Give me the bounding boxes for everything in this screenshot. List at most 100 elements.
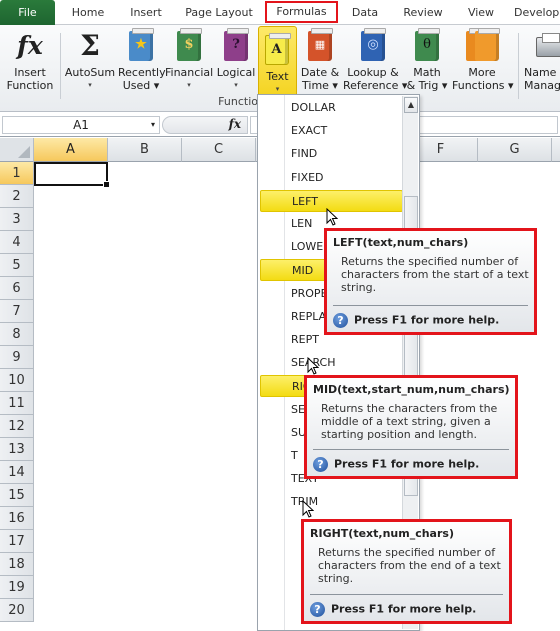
row-header-10[interactable]: 10: [0, 369, 34, 392]
row-header-5[interactable]: 5: [0, 254, 34, 277]
tooltip-right-function: RIGHT(text,num_chars) Returns the specif…: [301, 519, 512, 624]
column-header-b[interactable]: B: [108, 138, 182, 162]
row-header-1[interactable]: 1: [0, 162, 34, 185]
mouse-pointer-icon: [302, 500, 314, 518]
financial-book-icon: $: [172, 28, 206, 63]
row-header-12[interactable]: 12: [0, 415, 34, 438]
insert-function-fx-button[interactable]: fx: [162, 116, 248, 134]
tooltip-divider: [333, 305, 528, 306]
tooltip-signature: LEFT(text,num_chars): [333, 236, 469, 249]
recently-used-book-icon: ★: [124, 28, 158, 63]
column-header-g[interactable]: G: [478, 138, 552, 162]
tab-insert[interactable]: Insert: [120, 0, 172, 25]
tab-developer[interactable]: Develop: [514, 0, 560, 25]
math-trig-book-icon: θ: [410, 28, 444, 63]
recently-used-label-2: Used ▾: [122, 79, 160, 92]
tab-view[interactable]: View: [458, 0, 504, 25]
tab-data[interactable]: Data: [342, 0, 388, 25]
financial-button[interactable]: $ Financial ▾: [165, 28, 213, 97]
row-header-14[interactable]: 14: [0, 461, 34, 484]
tab-review[interactable]: Review: [395, 0, 451, 25]
help-icon: ?: [313, 457, 328, 472]
tooltip-description: Returns the characters from the middle o…: [321, 402, 498, 441]
math-trig-label: Math: [413, 66, 441, 79]
more-functions-label-2: Functions ▾: [452, 79, 514, 92]
column-header-c[interactable]: C: [182, 138, 256, 162]
row-header-6[interactable]: 6: [0, 277, 34, 300]
autosum-button[interactable]: Σ AutoSum ▾: [64, 29, 116, 97]
name-box-value: A1: [73, 118, 89, 132]
insert-function-button[interactable]: fx Insert Function: [4, 29, 56, 97]
insert-function-label: Insert: [14, 66, 46, 79]
help-icon: ?: [333, 313, 348, 328]
row-header-9[interactable]: 9: [0, 346, 34, 369]
ribbon-separator: [518, 33, 519, 99]
row-header-11[interactable]: 11: [0, 392, 34, 415]
active-cell-a1[interactable]: [34, 162, 110, 188]
row-header-16[interactable]: 16: [0, 507, 34, 530]
row-header-15[interactable]: 15: [0, 484, 34, 507]
tab-page-layout[interactable]: Page Layout: [178, 0, 260, 25]
fx-icon: fx: [228, 117, 241, 131]
date-time-label-2: Time ▾: [302, 79, 338, 92]
row-header-19[interactable]: 19: [0, 576, 34, 599]
row-header-17[interactable]: 17: [0, 530, 34, 553]
dropdown-item-find[interactable]: FIND: [260, 143, 403, 165]
name-manager-button[interactable]: Name Manag: [524, 29, 560, 97]
logical-label: Logical: [216, 66, 256, 79]
tooltip-left-function: LEFT(text,num_chars) Returns the specifi…: [324, 228, 537, 335]
tooltip-help-text: ? Press F1 for more help.: [313, 457, 479, 472]
text-functions-label: Text: [266, 70, 289, 83]
tooltip-divider: [313, 449, 509, 450]
math-trig-button[interactable]: θ Math & Trig ▾: [405, 28, 449, 97]
row-header-4[interactable]: 4: [0, 231, 34, 254]
row-header-13[interactable]: 13: [0, 438, 34, 461]
dropdown-item-search[interactable]: SEARCH: [260, 352, 403, 374]
more-functions-button[interactable]: More Functions ▾: [452, 28, 514, 97]
chevron-down-icon[interactable]: ▾: [151, 117, 155, 133]
math-trig-label-2: & Trig ▾: [406, 79, 448, 92]
row-header-2[interactable]: 2: [0, 185, 34, 208]
row-header-18[interactable]: 18: [0, 553, 34, 576]
lookup-reference-book-icon: ◎: [356, 28, 390, 63]
text-book-icon: A: [261, 33, 295, 67]
help-icon: ?: [310, 602, 325, 617]
lookup-reference-label: Lookup &: [347, 66, 399, 79]
row-header-8[interactable]: 8: [0, 323, 34, 346]
tooltip-help-text: ? Press F1 for more help.: [310, 602, 476, 617]
date-time-button[interactable]: ▦ Date & Time ▾: [299, 28, 341, 97]
dropdown-item-trim[interactable]: TRIM: [260, 491, 403, 513]
insert-function-label-2: Function: [6, 79, 54, 92]
ribbon-tab-bar: File Home Insert Page Layout Formulas Da…: [0, 0, 560, 25]
select-all-button[interactable]: [0, 138, 34, 162]
row-header-3[interactable]: 3: [0, 208, 34, 231]
row-header-20[interactable]: 20: [0, 599, 34, 622]
insert-function-icon: fx: [17, 31, 43, 60]
column-header-h[interactable]: H: [552, 138, 560, 162]
logical-button[interactable]: ? Logical ▾: [215, 28, 257, 97]
dropdown-item-fixed[interactable]: FIXED: [260, 167, 403, 189]
row-header-7[interactable]: 7: [0, 300, 34, 323]
function-library-group-label: Functio: [218, 95, 258, 108]
name-box[interactable]: A1 ▾: [2, 116, 160, 134]
tab-file[interactable]: File: [0, 0, 55, 25]
more-functions-label: More: [468, 66, 496, 79]
autosum-label: AutoSum: [64, 66, 116, 79]
tooltip-help-text: ? Press F1 for more help.: [333, 313, 499, 328]
chevron-down-icon: ▾: [88, 81, 92, 89]
tab-formulas[interactable]: Formulas: [265, 1, 338, 23]
dropdown-item-exact[interactable]: EXACT: [260, 120, 403, 142]
scroll-up-icon[interactable]: ▲: [404, 97, 418, 113]
tab-home[interactable]: Home: [62, 0, 114, 25]
lookup-reference-button[interactable]: ◎ Lookup & Reference ▾: [343, 28, 408, 97]
dropdown-item-dollar[interactable]: DOLLAR: [260, 97, 403, 119]
mouse-pointer-icon: [307, 357, 319, 375]
ribbon-separator: [60, 33, 61, 99]
tooltip-description: Returns the specified number of characte…: [318, 546, 501, 585]
tooltip-signature: RIGHT(text,num_chars): [310, 527, 454, 540]
recently-used-button[interactable]: ★ Recently Used ▾: [118, 28, 166, 97]
tooltip-mid-function: MID(text,start_num,num_chars) Returns th…: [304, 375, 518, 479]
column-header-a[interactable]: A: [34, 138, 108, 162]
lookup-reference-label-2: Reference ▾: [343, 79, 408, 92]
tooltip-signature: MID(text,start_num,num_chars): [313, 383, 510, 396]
